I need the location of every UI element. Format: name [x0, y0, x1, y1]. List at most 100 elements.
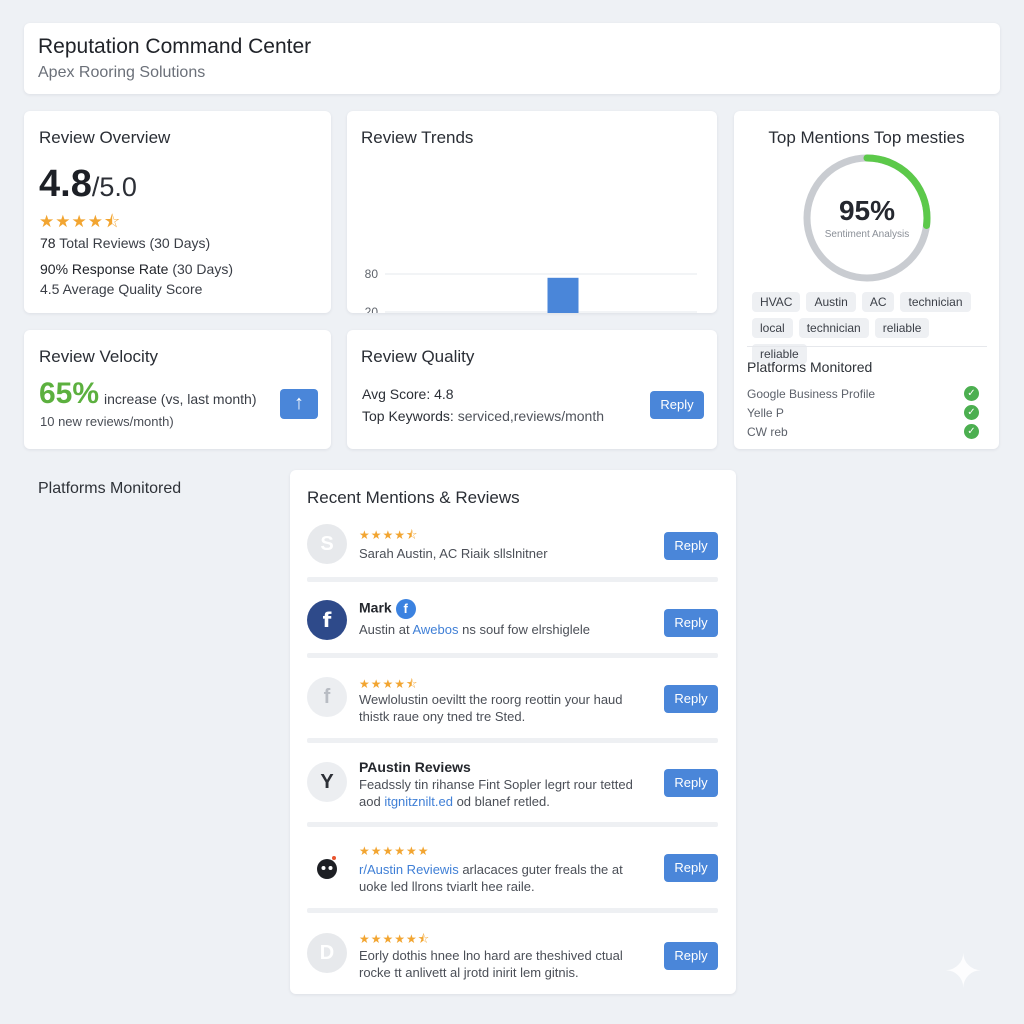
reply-button[interactable]: Reply — [664, 685, 718, 713]
total-reviews: 78 Total Reviews (30 Days) — [40, 235, 210, 251]
review-text-line: thistk raue ony tned tre Sted. — [359, 709, 526, 724]
platform-row: Yelle P ✓ — [747, 405, 979, 420]
review-link[interactable]: Awebos — [412, 622, 458, 637]
avg-score: Avg Score: 4.8 — [362, 386, 454, 402]
velocity-text: increase (vs, last month) — [104, 391, 257, 407]
review-link[interactable]: r/Austin Reviewis — [359, 862, 459, 877]
review-overview-title: Review Overview — [39, 128, 171, 147]
divider — [747, 346, 987, 347]
page-title: Reputation Command Center — [38, 35, 312, 58]
header-card: Reputation Command Center Apex Rooring S… — [24, 23, 1000, 94]
review-stars-icon: ★★★★⯪ — [359, 528, 419, 542]
response-rate: 90% Response Rate (30 Days) — [40, 261, 233, 277]
platform-name: Google Business Profile — [747, 387, 876, 401]
bar[interactable] — [547, 277, 579, 313]
company-name: Apex Rooring Solutions — [38, 64, 206, 81]
top-mentions-title: Top Mentions Top mesties — [768, 128, 965, 147]
keyword-chip[interactable]: technician — [900, 292, 971, 312]
keyword-chip[interactable]: Austin — [806, 292, 856, 312]
keyword-chip[interactable]: local — [752, 318, 793, 338]
keyword-chips-row-2: local technician reliable reliable — [752, 318, 988, 364]
platform-name: Yelle P — [747, 406, 784, 420]
avatar: D — [307, 933, 347, 973]
reply-button[interactable]: Reply — [664, 769, 718, 797]
quality-score: 4.5 Average Quality Score — [40, 281, 203, 297]
top-keywords: Top Keywords: serviced,reviews/month — [362, 408, 604, 424]
check-icon: ✓ — [964, 405, 979, 420]
review-link[interactable]: itgnitznilt.ed — [384, 794, 453, 809]
arrow-up-icon[interactable]: ↑ — [280, 389, 318, 419]
reviewer-name: PAustin Reviews — [359, 759, 471, 775]
reddit-icon-shape — [317, 856, 337, 879]
response-rate-value: 90% Response Rate — [40, 261, 169, 277]
facebook-icon: f — [307, 600, 347, 640]
yelp-icon: Y — [307, 762, 347, 802]
divider — [307, 577, 718, 582]
avatar: S — [307, 524, 347, 564]
rating-stars-icon: ★★★★⯪ — [39, 212, 122, 231]
avg-score-value: 4.8 — [434, 386, 454, 402]
keyword-chips-row-1: HVAC Austin AC technician — [752, 292, 988, 312]
review-text-line: Eorly dothis hnee lno hard are theshived… — [359, 948, 623, 963]
total-reviews-label: Total Reviews (30 Days) — [59, 235, 211, 251]
recent-mentions-card: Recent Mentions & Reviews S ★★★★⯪ Sarah … — [290, 470, 736, 994]
review-text-part: ns souf fow elrshiglele — [458, 622, 591, 637]
review-text: Wewlolustin oeviltt the roorg reottin yo… — [359, 691, 639, 725]
keyword-chip[interactable]: technician — [798, 318, 869, 338]
average-rating: 4.8/5.0 — [39, 163, 137, 206]
avg-score-label: Avg Score: — [362, 386, 431, 402]
reddit-icon — [307, 847, 347, 887]
reply-button[interactable]: Reply — [664, 854, 718, 882]
review-stars-icon: ★★★★★★ — [359, 844, 430, 858]
velocity-percent: 65% — [39, 377, 100, 410]
sentiment-label: Sentiment Analysis — [824, 229, 910, 240]
review-text: Austin at Awebos ns souf fow elrshiglele — [359, 621, 639, 638]
response-rate-period: (30 Days) — [172, 261, 233, 277]
review-velocity-title: Review Velocity — [39, 347, 159, 366]
review-quality-card: Review Quality Avg Score: 4.8 Top Keywor… — [347, 330, 717, 449]
review-text-line: Feadssly tin rihanse Fint Sopler legrt r… — [359, 777, 633, 792]
review-trends-chart: 0102080MayMayMayMayMayMay — [365, 267, 697, 313]
sentiment-value: 95% — [838, 195, 896, 226]
total-reviews-count: 78 — [40, 235, 56, 251]
recent-mentions-title: Recent Mentions & Reviews — [307, 488, 520, 507]
review-text-line: rocke tt anlivett al jrotd inirit lem gi… — [359, 965, 579, 980]
velocity-subtext: 10 new reviews/month) — [40, 414, 174, 429]
review-text-part: Austin at — [359, 622, 413, 637]
keyword-chip[interactable]: AC — [861, 292, 895, 312]
platform-name: CW reb — [747, 425, 788, 439]
top-mentions-card: Top Mentions Top mesties 95% Sentiment A… — [734, 111, 999, 449]
review-text-line: Wewlolustin oeviltt the roorg reottin yo… — [359, 692, 623, 707]
divider — [307, 822, 718, 827]
review-text-part: arlacaces guter freals the at — [458, 862, 623, 877]
review-text-line: aod itgnitznilt.ed od blanef retled. — [359, 793, 639, 810]
reply-button[interactable]: Reply — [650, 391, 704, 419]
y-tick-label: 80 — [365, 267, 379, 281]
divider — [307, 908, 718, 913]
review-trends-card: Review Trends 0102080MayMayMayMayMayMay — [347, 111, 717, 313]
platform-row: CW reb ✓ — [747, 424, 979, 439]
rating-value: 4.8 — [39, 163, 92, 205]
review-overview-card: Review Overview 4.8/5.0 ★★★★⯪ 78 Total R… — [24, 111, 331, 313]
rating-max: /5.0 — [91, 172, 137, 202]
reviewer-name-text: Mark — [359, 599, 392, 616]
check-icon: ✓ — [964, 424, 979, 439]
review-text: Sarah Austin, AC Riaik sllslnitner — [359, 546, 548, 561]
top-keywords-value: serviced,reviews/month — [457, 408, 604, 424]
top-keywords-label: Top Keywords: — [362, 408, 454, 424]
reply-button[interactable]: Reply — [664, 942, 718, 970]
reply-button[interactable]: Reply — [664, 532, 718, 560]
check-icon: ✓ — [964, 386, 979, 401]
reviewer-name: Mark f — [359, 599, 416, 619]
review-velocity-card: Review Velocity 65% increase (vs, last m… — [24, 330, 331, 449]
keyword-chip[interactable]: reliable — [874, 318, 930, 338]
keyword-chip[interactable]: HVAC — [752, 292, 801, 312]
review-text: Feadssly tin rihanse Fint Sopler legrt r… — [359, 776, 639, 810]
y-tick-label: 20 — [365, 305, 379, 313]
facebook-badge-icon: f — [395, 599, 416, 619]
review-quality-title: Review Quality — [361, 347, 475, 366]
reply-button[interactable]: Reply — [664, 609, 718, 637]
review-text: r/Austin Reviewis arlacaces guter freals… — [359, 861, 639, 895]
platforms-monitored-title: Platforms Monitored — [747, 359, 873, 375]
sparkle-icon: ✦ — [944, 945, 983, 997]
